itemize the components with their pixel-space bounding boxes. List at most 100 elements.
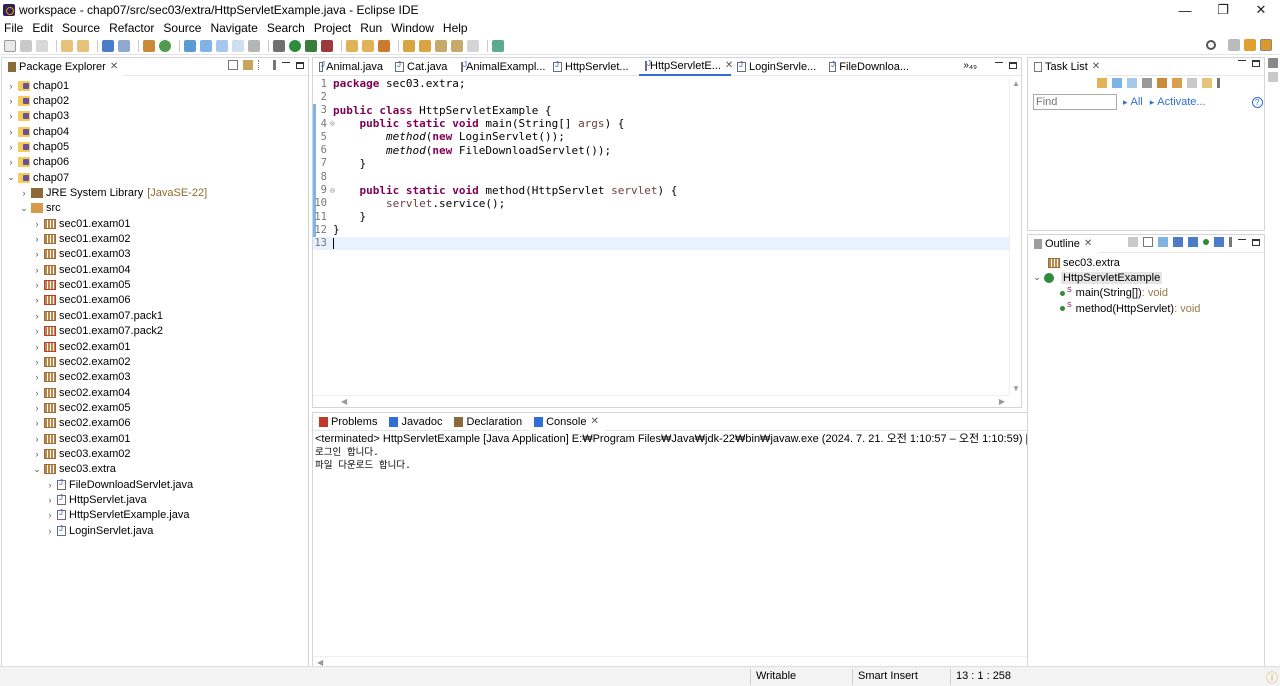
new-class-icon[interactable] (159, 39, 171, 52)
terminal-icon[interactable] (102, 39, 114, 52)
last-edit-icon[interactable] (435, 39, 447, 52)
undo-icon[interactable] (61, 39, 73, 52)
tree-item[interactable]: › sec02.exam01 (2, 339, 308, 354)
tip-icon[interactable]: ⓘ (1266, 669, 1278, 686)
code-line[interactable]: 13 (313, 236, 1009, 250)
coverage-icon[interactable] (305, 39, 317, 52)
chevron-right-icon[interactable]: › (6, 142, 16, 152)
tree-item[interactable]: › sec02.exam06 (2, 416, 308, 431)
outline-method[interactable]: S method(HttpServlet) : void (1028, 301, 1264, 316)
tree-item[interactable]: › LoginServlet.java (2, 523, 308, 538)
menu-refactor[interactable]: Refactor (109, 21, 154, 35)
tree-item[interactable]: › HttpServlet.java (2, 492, 308, 507)
minimize-view-icon[interactable] (1238, 60, 1246, 61)
tree-item[interactable]: › chap01 (2, 78, 308, 93)
chevron-right-icon[interactable]: › (32, 449, 42, 459)
outline-class[interactable]: ⌄ HttpServletExample (1028, 270, 1264, 285)
chevron-right-icon[interactable]: › (32, 265, 42, 275)
menu-window[interactable]: Window (391, 21, 434, 35)
close-icon[interactable]: ✕ (1092, 61, 1100, 72)
editor-tab[interactable]: HttpServlet... (547, 58, 639, 76)
editor-tab[interactable]: LoginServle... (731, 58, 823, 76)
minimize-view-icon[interactable] (1238, 238, 1246, 240)
chevron-right-icon[interactable]: › (45, 480, 55, 490)
highlight-icon[interactable] (200, 39, 212, 52)
chevron-right-icon[interactable]: › (32, 249, 42, 259)
save-all-icon[interactable] (36, 39, 48, 52)
word-wrap-icon[interactable] (232, 39, 244, 52)
tree-item[interactable]: › chap05 (2, 139, 308, 154)
tree-item[interactable]: › chap03 (2, 109, 308, 124)
tree-item[interactable]: › FileDownloadServlet.java (2, 477, 308, 492)
new-java-project-icon[interactable] (143, 39, 155, 52)
skip-breakpoints-icon[interactable] (118, 39, 130, 52)
tree-item[interactable]: › chap04 (2, 124, 308, 139)
previous-annotation-icon[interactable] (419, 39, 431, 52)
filter-icon[interactable] (258, 60, 268, 70)
scroll-up-icon[interactable]: ▲ (1012, 79, 1020, 88)
menu-navigate[interactable]: Navigate (210, 21, 257, 35)
open-perspective-icon[interactable] (1228, 39, 1240, 51)
categorized-icon[interactable] (1112, 78, 1122, 88)
code-line[interactable]: 11 } (313, 210, 1009, 223)
tree-item[interactable]: › sec03.exam01 (2, 431, 308, 446)
menu-help[interactable]: Help (443, 21, 468, 35)
chevron-right-icon[interactable]: › (45, 510, 55, 520)
debug-icon[interactable] (273, 39, 285, 52)
menu-file[interactable]: File (4, 21, 23, 35)
java-perspective-icon[interactable] (1260, 39, 1272, 51)
menu-source[interactable]: Source (62, 21, 100, 35)
minimize-editor-icon[interactable] (995, 62, 1003, 63)
tree-item[interactable]: › chap02 (2, 93, 308, 108)
chevron-right-icon[interactable]: › (6, 111, 16, 121)
run-icon[interactable] (289, 39, 301, 52)
hide-static-icon[interactable] (1173, 237, 1183, 247)
tree-item[interactable]: › sec02.exam02 (2, 354, 308, 369)
tree-item[interactable]: › JRE System Library [JavaSE-22] (2, 185, 308, 200)
editor-tab[interactable]: Animal.java (313, 58, 389, 76)
tree-item[interactable]: › sec01.exam03 (2, 247, 308, 262)
minimize-view-icon[interactable] (282, 61, 290, 63)
open-type-icon[interactable] (346, 39, 358, 52)
editor-vertical-scrollbar[interactable]: ▲ ▼ (1009, 77, 1021, 395)
focus-workweek-icon[interactable] (1157, 78, 1167, 88)
external-tools-icon[interactable] (321, 39, 333, 52)
tree-item[interactable]: › sec02.exam05 (2, 400, 308, 415)
view-menu-icon[interactable] (273, 60, 276, 70)
chevron-right-icon[interactable]: › (6, 81, 16, 91)
chevron-right-icon[interactable]: › (32, 418, 42, 428)
editor-tab[interactable]: HttpServletE...✕ (639, 57, 733, 76)
chevron-right-icon[interactable]: › (32, 434, 42, 444)
close-button[interactable]: ✕ (1242, 0, 1280, 20)
all-link[interactable]: All (1131, 96, 1143, 108)
tree-item[interactable]: › sec01.exam02 (2, 231, 308, 246)
chevron-down-icon[interactable]: ⌄ (6, 172, 16, 183)
search-toolbar-icon[interactable] (378, 39, 390, 52)
block-select-icon[interactable] (216, 39, 228, 52)
link-task-icon[interactable] (1202, 78, 1212, 88)
tab-console[interactable]: Console ✕ (528, 412, 605, 431)
code-line[interactable]: 1 package sec03.extra; (313, 77, 1009, 90)
tab-declaration[interactable]: Declaration (448, 413, 528, 431)
fold-icon[interactable]: ⊖ (330, 119, 335, 128)
find-input[interactable] (1033, 94, 1117, 110)
menu-edit[interactable]: Edit (32, 21, 53, 35)
tree-item[interactable]: › sec02.exam03 (2, 370, 308, 385)
menu-source-2[interactable]: Source (163, 21, 201, 35)
editor-overflow-indicator[interactable]: »₄₉ (963, 60, 977, 71)
tree-item[interactable]: › sec01.exam01 (2, 216, 308, 231)
tree-item[interactable]: ⌄ sec03.extra (2, 462, 308, 477)
synchronize-icon[interactable] (1172, 78, 1182, 88)
editor-tab[interactable]: Cat.java (389, 58, 455, 76)
redo-icon[interactable] (77, 39, 89, 52)
back-icon[interactable] (451, 39, 463, 52)
new-icon[interactable] (4, 39, 16, 52)
hide-local-types-icon[interactable] (1203, 239, 1209, 245)
open-task-icon[interactable] (362, 39, 374, 52)
editor-tab[interactable]: AnimalExampl... (455, 58, 547, 76)
scroll-right-icon[interactable]: ▶ (999, 397, 1005, 406)
tab-outline[interactable]: Outline ✕ (1028, 234, 1099, 253)
link-outline-icon[interactable] (1214, 237, 1224, 247)
chevron-right-icon[interactable]: › (32, 219, 42, 229)
tree-item[interactable]: › sec01.exam05 (2, 277, 308, 292)
